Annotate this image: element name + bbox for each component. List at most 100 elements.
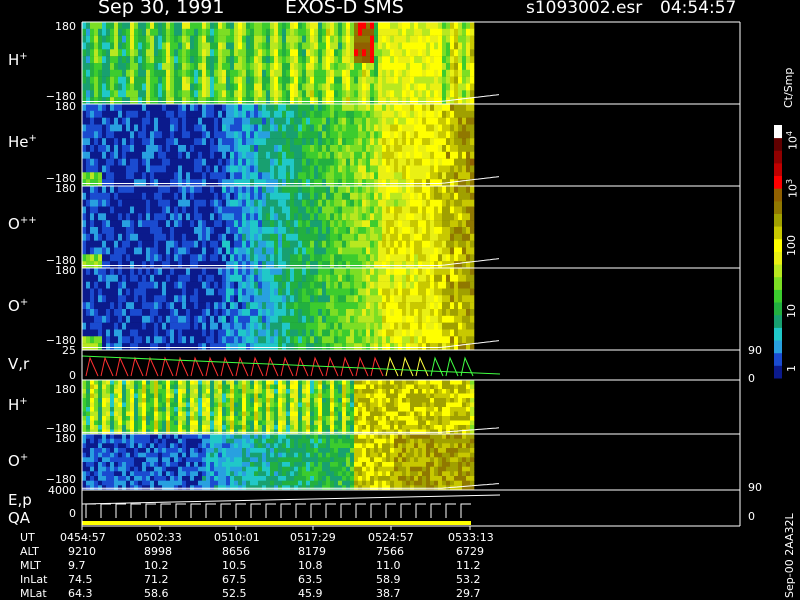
heat-cell [110,315,115,323]
heat-cell [262,83,267,91]
heat-cell [130,261,135,269]
heat-cell [150,274,155,282]
heat-cell [430,254,435,262]
heat-cell [346,343,351,351]
heat-cell [378,90,383,98]
heat-cell [466,240,471,248]
heat-cell [166,213,171,221]
heat-cell [154,247,159,255]
heat-cell [446,322,451,330]
heat-cell [222,49,227,57]
heat-cell [398,97,403,105]
heat-cell [170,151,175,159]
heat-cell [322,295,327,303]
heat-cell [90,192,95,200]
heat-cell [362,247,367,255]
heat-cell [454,227,459,235]
heat-cell [258,172,263,180]
heat-cell [382,199,387,207]
heat-cell [158,192,163,200]
heat-cell [282,90,287,98]
heat-cell [470,206,475,214]
heat-cell [310,343,315,351]
heat-cell [250,336,255,344]
heat-cell [398,117,403,125]
heat-cell [98,151,103,159]
heat-cell [186,220,191,228]
heat-cell [438,199,443,207]
heat-cell [86,240,91,248]
heat-cell [114,227,119,235]
heat-cell [222,97,227,105]
heat-cell [190,227,195,235]
heat-cell [382,192,387,200]
heat-cell [370,83,375,91]
heat-cell [190,83,195,91]
heat-cell [410,165,415,173]
heat-cell [346,97,351,105]
heat-cell [462,336,467,344]
heat-cell [398,343,403,351]
heat-cell [442,49,447,57]
heat-cell [366,274,371,282]
heat-cell [306,172,311,180]
heat-cell [306,206,311,214]
heat-cell [202,172,207,180]
heat-cell [322,131,327,139]
heat-cell [222,336,227,344]
heat-cell [182,343,187,351]
heat-cell [90,145,95,153]
heat-cell [102,389,107,394]
heat-cell [274,83,279,91]
heat-cell [302,227,307,235]
heat-cell [110,83,115,91]
heat-cell [98,411,103,417]
heat-cell [118,274,123,282]
heat-cell [114,199,119,207]
heat-cell [98,288,103,296]
heat-cell [254,151,259,159]
heat-cell [282,117,287,125]
heat-cell [106,274,111,282]
heat-cell [150,192,155,200]
heat-cell [274,151,279,159]
heat-cell [422,131,427,139]
heat-cell [138,22,143,30]
heat-cell [378,179,383,187]
heat-cell [130,336,135,344]
heat-cell [314,165,319,173]
heat-cell [374,274,379,282]
heat-cell [270,83,275,91]
heat-cell [174,83,179,91]
heat-cell [346,28,351,36]
heat-cell [386,247,391,255]
heat-cell [454,295,459,303]
heat-cell [170,411,175,417]
heat-cell [94,380,99,385]
heat-cell [266,186,271,194]
heat-cell [114,110,119,118]
heat-cell [322,227,327,235]
heat-cell [378,56,383,64]
heat-cell [342,329,347,337]
heat-cell [334,220,339,228]
heat-cell [258,343,263,351]
heat-cell [274,42,279,50]
heat-cell [174,425,179,430]
heat-cell [378,329,383,337]
heat-cell [186,343,191,351]
heat-cell [270,288,275,296]
heat-cell [322,76,327,84]
heat-cell [130,186,135,194]
heat-cell [406,288,411,296]
heat-cell [302,254,307,262]
heat-cell [350,261,355,269]
heat-cell [198,192,203,200]
heat-cell [110,420,115,426]
heat-cell [430,97,435,105]
heat-cell [262,158,267,166]
heat-cell [354,281,359,289]
heat-cell [186,76,191,84]
heat-cell [106,402,111,408]
heat-cell [98,145,103,153]
